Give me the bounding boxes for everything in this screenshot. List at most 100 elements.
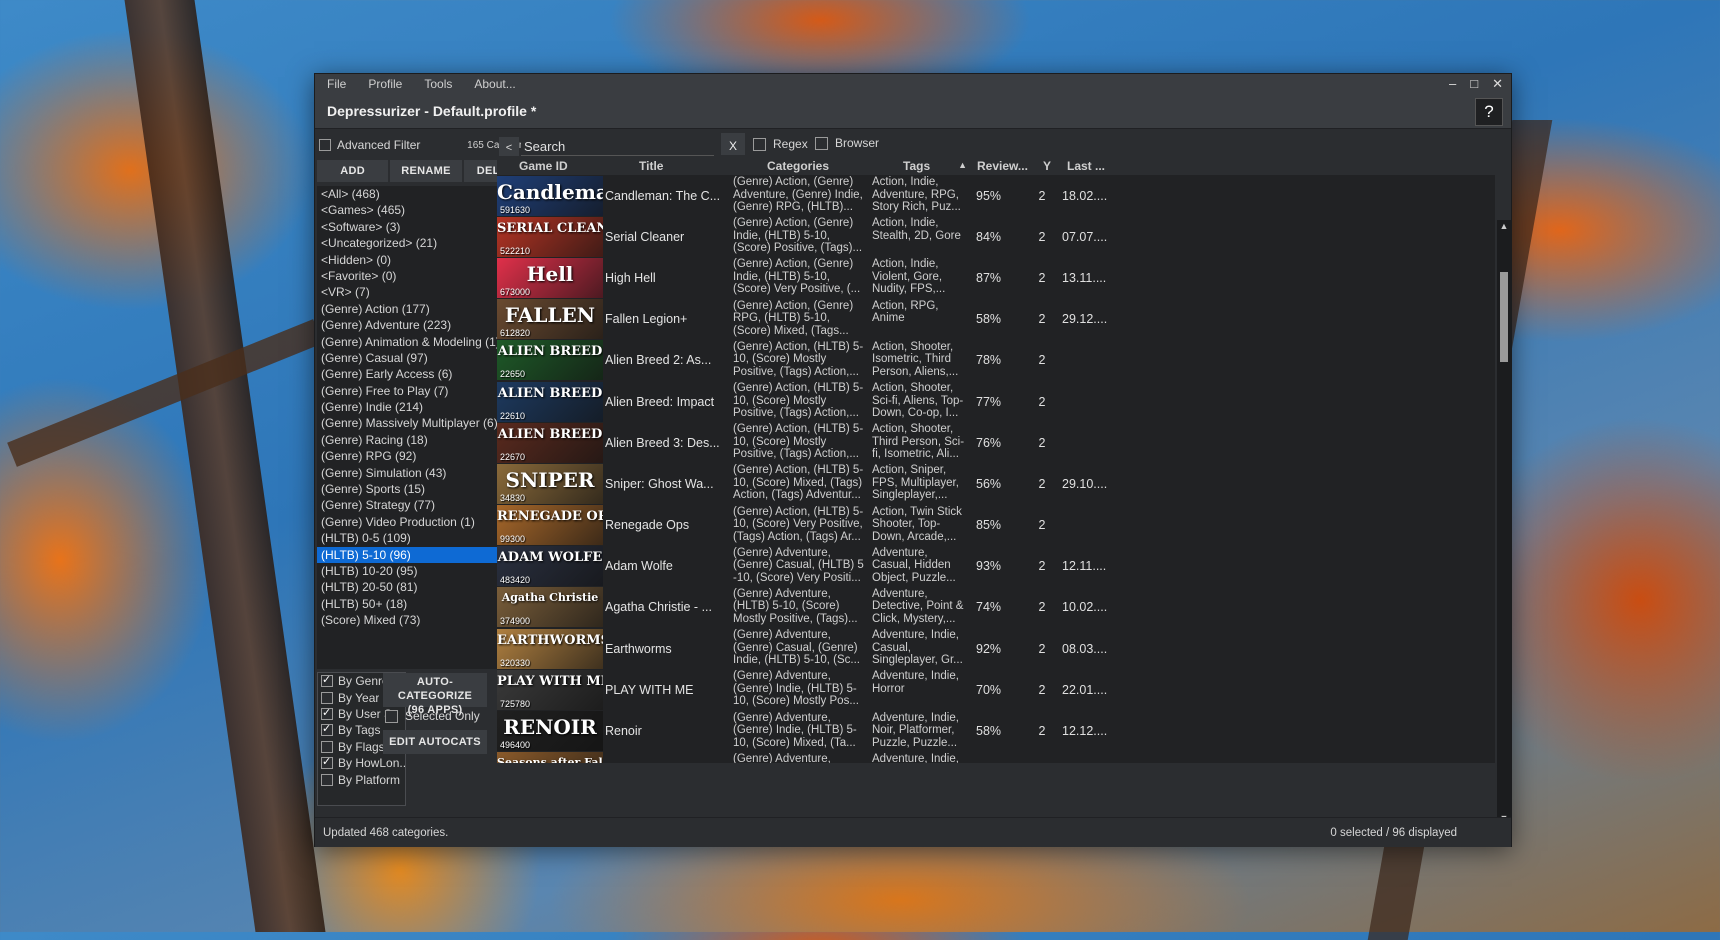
game-capsule-image: SERIAL CLEANER 522210 <box>497 216 603 257</box>
category-item[interactable]: <Uncategorized> (21) <box>317 235 505 251</box>
game-review: 77% <box>976 394 1002 409</box>
table-scroll-up-icon[interactable]: ▲ <box>1497 221 1511 231</box>
game-table: Game ID Title Categories Tags ▲ Review..… <box>497 156 1495 763</box>
category-item[interactable]: (Genre) Strategy (77) <box>317 497 505 513</box>
game-review: 87% <box>976 270 1002 285</box>
minimize-icon[interactable]: – <box>1449 76 1456 92</box>
advanced-filter-checkbox[interactable] <box>319 139 331 151</box>
category-item[interactable]: (Genre) RPG (92) <box>317 448 505 464</box>
game-categories: (Genre) Action, (HLTB) 5- 10, (Score) Mo… <box>733 423 864 461</box>
game-row[interactable]: FALLEN 612820 Fallen Legion+ (Genre) Action… <box>497 299 1495 340</box>
column-game-id[interactable]: Game ID <box>497 159 603 173</box>
menu-about[interactable]: About... <box>474 77 515 91</box>
autocat-label: By Genre <box>338 674 389 689</box>
close-icon[interactable]: ✕ <box>1492 76 1503 92</box>
clear-search-button[interactable]: X <box>721 133 745 155</box>
game-row[interactable]: SERIAL CLEANER 522210 Serial Cleaner (Genre… <box>497 216 1495 257</box>
column-title[interactable]: Title <box>603 159 733 173</box>
category-item[interactable]: <All> (468) <box>317 186 505 202</box>
column-year[interactable]: Y <box>1043 159 1063 173</box>
game-title: Earthworms <box>605 641 672 656</box>
game-row[interactable]: RENOIR 496400 Renoir (Genre) Adventure, (Ge… <box>497 710 1495 752</box>
menu-tools[interactable]: Tools <box>424 77 452 91</box>
game-row[interactable]: Candleman591630Candleman: The C...(Genre… <box>497 175 1495 216</box>
category-item[interactable]: (Genre) Massively Multiplayer (6) <box>317 415 505 431</box>
category-item[interactable]: (Genre) Video Production (1) <box>317 514 505 530</box>
selected-only-checkbox[interactable] <box>385 709 398 723</box>
browser-checkbox[interactable] <box>815 136 828 150</box>
category-item[interactable]: (Genre) Indie (214) <box>317 399 505 415</box>
autocat-checkbox[interactable] <box>321 773 333 786</box>
column-categories[interactable]: Categories <box>733 159 869 173</box>
game-logo: Hell <box>526 261 574 286</box>
game-row[interactable]: ALIEN BREED 22670 Alien Breed 3: Des... (Ge… <box>497 422 1495 463</box>
search-input[interactable]: Search <box>521 138 714 156</box>
autocat-checkbox[interactable] <box>321 706 333 720</box>
autocat-label: By Flags <box>338 739 385 754</box>
table-scroll-thumb[interactable] <box>1500 272 1508 362</box>
game-categories: (Genre) Action, (Genre) Adventure, (Genr… <box>733 176 863 214</box>
auto-categorize-button[interactable]: AUTO-CATEGORIZE (96 APPS) <box>383 673 487 716</box>
regex-checkbox[interactable] <box>753 137 766 151</box>
category-item[interactable]: (Genre) Racing (18) <box>317 432 505 448</box>
game-row[interactable]: RENEGADE OPS 99300 Renegade Ops (Genre) Act… <box>497 505 1495 546</box>
category-item[interactable]: (Score) Mixed (73) <box>317 612 505 628</box>
category-item[interactable]: (HLTB) 5-10 (96) <box>317 546 505 563</box>
game-row[interactable]: EARTHWORMS 320330 Earthworms (Genre) Advent… <box>497 628 1495 669</box>
category-item[interactable]: (HLTB) 0-5 (109) <box>317 530 505 546</box>
category-item[interactable]: <Games> (465) <box>317 202 505 218</box>
category-item[interactable]: (HLTB) 10-20 (95) <box>317 563 505 579</box>
autocat-item[interactable]: By Platform <box>318 771 405 787</box>
column-tags[interactable]: Tags ▲ <box>869 159 971 173</box>
game-row[interactable]: SNIPER 34830 Sniper: Ghost Wa... (Genre) Ac… <box>497 463 1495 504</box>
autocat-checkbox[interactable] <box>321 691 333 704</box>
game-panel: < Search X Regex Browser Game ID Title C… <box>497 129 1511 824</box>
autocat-item[interactable]: By HowLon... <box>318 755 405 771</box>
category-item[interactable]: (Genre) Simulation (43) <box>317 465 505 481</box>
game-row[interactable]: PLAY WITH ME 725780 PLAY WITH ME (Genre) Ad… <box>497 669 1495 710</box>
game-logo: ALIEN BREED <box>497 344 603 360</box>
search-back-button[interactable]: < <box>499 137 519 157</box>
autocat-checkbox[interactable] <box>321 673 333 688</box>
category-item[interactable]: (Genre) Action (177) <box>317 301 505 317</box>
game-year: 2 <box>1038 394 1046 409</box>
game-row[interactable]: Hell 673000 High Hell (Genre) Action, (Genr… <box>497 257 1495 298</box>
maximize-icon[interactable]: □ <box>1470 76 1478 92</box>
game-logo: SNIPER <box>505 467 595 492</box>
game-categories: (Genre) Action, (HLTB) 5- 10, (Score) Mi… <box>733 464 864 502</box>
category-item[interactable]: (Genre) Free to Play (7) <box>317 383 505 399</box>
game-row[interactable]: ALIEN BREED 22650 Alien Breed 2: As... (Gen… <box>497 340 1495 381</box>
column-last[interactable]: Last ... <box>1063 159 1123 173</box>
autocat-checkbox[interactable] <box>321 740 333 753</box>
autocat-checkbox[interactable] <box>321 755 333 770</box>
category-item[interactable]: <VR> (7) <box>317 284 505 300</box>
category-item[interactable]: (Genre) Adventure (223) <box>317 317 505 333</box>
table-scrollbar[interactable]: ▲ ▼ <box>1497 220 1511 824</box>
category-item[interactable]: (HLTB) 20-50 (81) <box>317 579 505 595</box>
menu-profile[interactable]: Profile <box>368 77 402 91</box>
game-row[interactable]: ALIEN BREED 22610 Alien Breed: Impact (Genr… <box>497 381 1495 422</box>
game-row[interactable]: Seasons after Fall366320Seasons after Fa… <box>497 752 1495 763</box>
category-item[interactable]: (HLTB) 50+ (18) <box>317 596 505 612</box>
menu-file[interactable]: File <box>327 77 346 91</box>
category-item[interactable]: (Genre) Sports (15) <box>317 481 505 497</box>
category-item[interactable]: (Genre) Casual (97) <box>317 350 505 366</box>
game-row[interactable]: Agatha Christie 374900 Agatha Christie - .… <box>497 587 1495 628</box>
add-button[interactable]: ADD <box>317 160 389 182</box>
rename-button[interactable]: RENAME <box>390 160 462 182</box>
help-button[interactable]: ? <box>1475 98 1503 126</box>
game-review: 95% <box>976 188 1002 203</box>
game-categories: (Genre) Action, (Genre) RPG, (HLTB) 5-10… <box>733 299 854 337</box>
category-item[interactable]: (Genre) Early Access (6) <box>317 366 505 382</box>
game-logo: ALIEN BREED <box>497 385 603 401</box>
column-review[interactable]: Review... <box>971 159 1043 173</box>
autocat-checkbox[interactable] <box>321 722 333 737</box>
category-item[interactable]: <Hidden> (0) <box>317 252 505 268</box>
category-item[interactable]: <Software> (3) <box>317 219 505 235</box>
game-row[interactable]: ADAM WOLFE 483420 Adam Wolfe (Genre) Advent… <box>497 546 1495 587</box>
game-title: Renegade Ops <box>605 518 690 533</box>
category-item[interactable]: (Genre) Animation & Modeling (1) <box>317 334 505 350</box>
edit-autocats-button[interactable]: EDIT AUTOCATS <box>383 730 487 754</box>
category-item[interactable]: <Favorite> (0) <box>317 268 505 284</box>
game-year: 2 <box>1038 476 1046 491</box>
